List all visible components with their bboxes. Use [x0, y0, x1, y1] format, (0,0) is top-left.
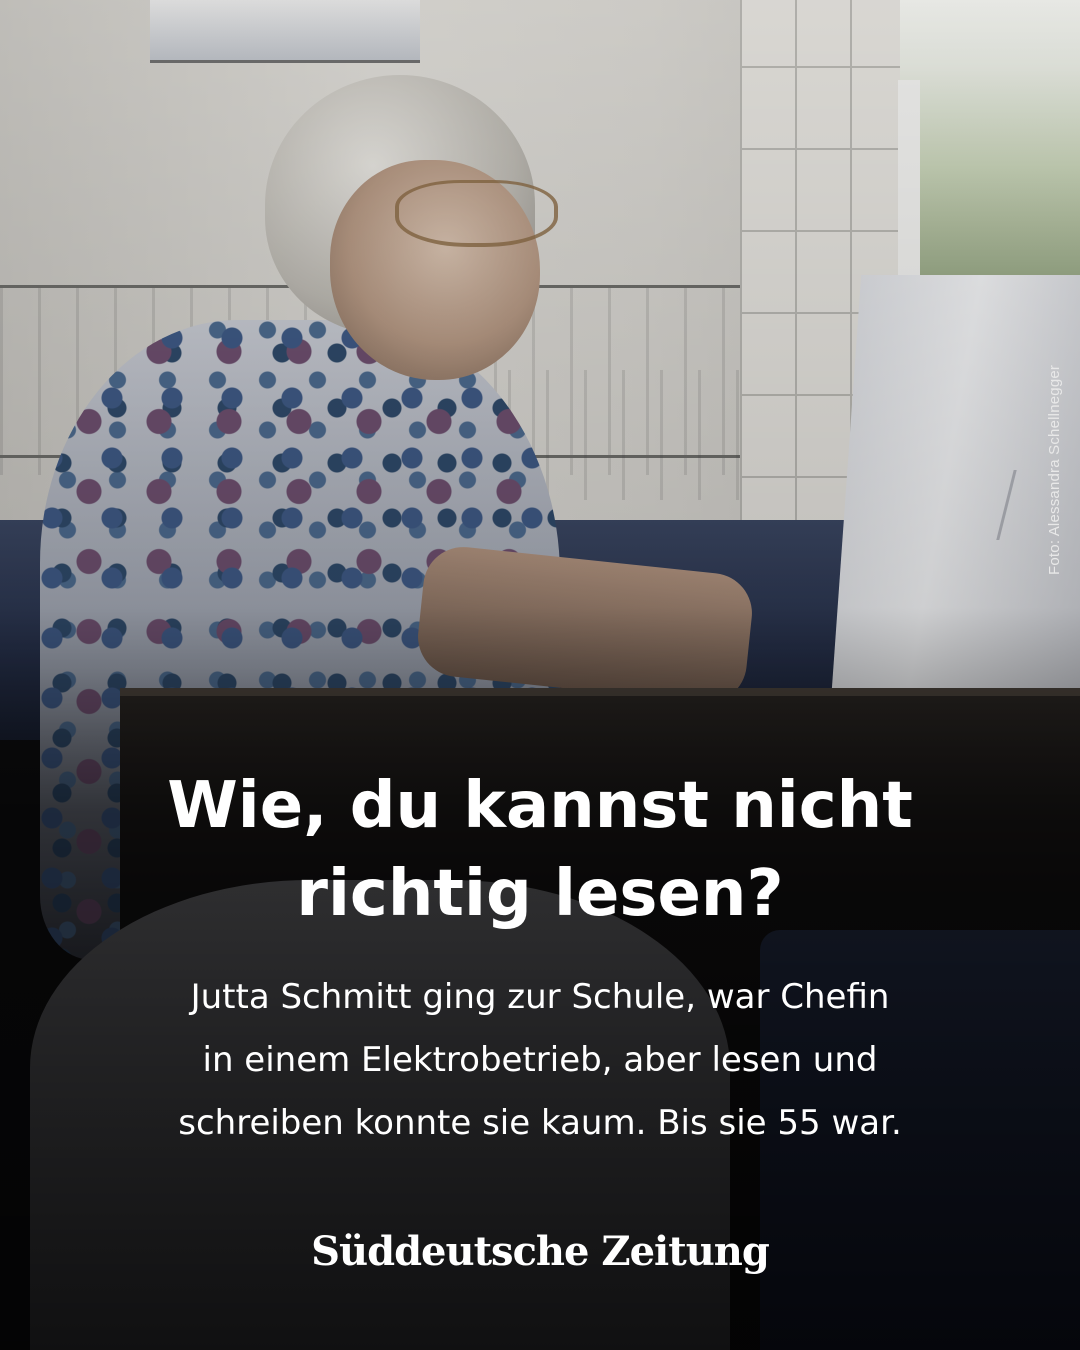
subline-line: in einem Elektrobetrieb, aber lesen und [202, 1040, 878, 1080]
headline-line: Wie, du kannst nicht [167, 769, 913, 843]
subline: Jutta Schmitt ging zur Schule, war Chefi… [70, 966, 1010, 1155]
brand-logo: Süddeutsche Zeitung [311, 1228, 770, 1275]
social-post: Foto: Alessandra Schellnegger Wie, du ka… [0, 0, 1080, 1350]
subline-line: Jutta Schmitt ging zur Schule, war Chefi… [190, 977, 890, 1017]
headline-line: richtig lesen? [296, 857, 784, 931]
headline: Wie, du kannst nicht richtig lesen? [60, 762, 1020, 938]
photo-credit: Foto: Alessandra Schellnegger [1046, 364, 1063, 575]
subline-line: schreiben konnte sie kaum. Bis sie 55 wa… [178, 1103, 902, 1143]
